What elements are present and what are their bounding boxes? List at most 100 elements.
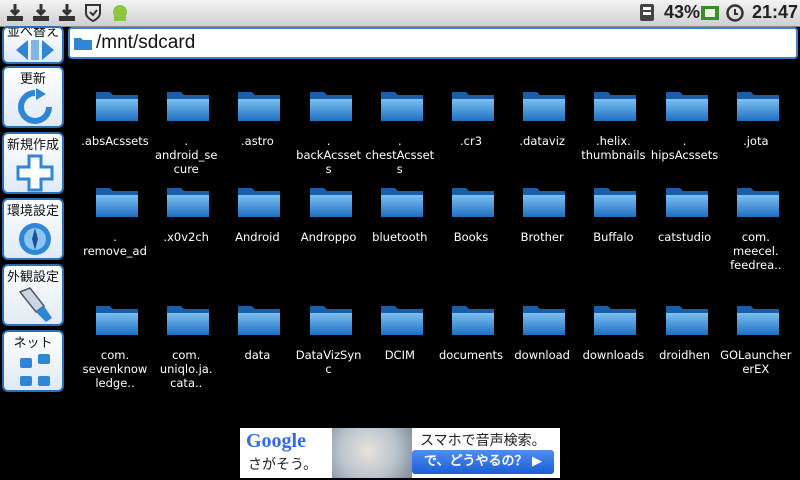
folder-name: .dataviz (519, 134, 565, 148)
folder-item[interactable]: Android (222, 156, 292, 266)
folder-item[interactable]: DataVizSyn c (294, 274, 364, 384)
download-icon (33, 4, 49, 21)
ad-banner[interactable]: Google さがそう。 スマホで音声検索。 で、どうやるの？ ▶ (240, 428, 560, 478)
network-label: ネット (13, 336, 53, 351)
folder-icon (237, 418, 281, 420)
folder-name: Brother (520, 230, 564, 244)
refresh-label: 更新 (19, 72, 46, 87)
folder-icon (523, 92, 566, 121)
folder-item[interactable] (507, 390, 577, 420)
signal-icon (640, 4, 654, 21)
folder-name: Buffalo (593, 230, 634, 244)
folder-item[interactable]: droidhen (650, 274, 720, 384)
folder-item[interactable]: Brother (507, 156, 577, 266)
sort-icon (16, 40, 54, 60)
folder-item[interactable]: download (507, 274, 577, 384)
folder-item[interactable]: .dataviz (507, 60, 577, 170)
folder-icon (452, 306, 494, 335)
folder-name: downloads (582, 348, 645, 362)
path-bar[interactable]: /mnt/sdcard (68, 27, 798, 59)
folder-item[interactable]: com. sevenknow ledge.. (80, 274, 150, 390)
folder-item[interactable]: GOLauncher erEX (720, 274, 792, 384)
folder-name: data (244, 348, 271, 362)
folder-item[interactable]: . chestAcsset s (365, 60, 435, 176)
refresh-button[interactable]: 更新 (2, 66, 64, 128)
folder-icon (665, 306, 708, 335)
folder-name: .astro (241, 134, 274, 148)
folder-name: Androppo (300, 230, 357, 244)
folder-item[interactable] (436, 390, 506, 420)
folder-item[interactable] (365, 390, 435, 420)
android-icon (113, 5, 127, 21)
alarm-icon (726, 4, 744, 22)
folder-item[interactable]: Books (436, 156, 506, 266)
folder-icon (380, 418, 424, 420)
folder-name: bluetooth (372, 230, 428, 244)
folder-item[interactable]: . hipsAcssets (650, 60, 720, 170)
appearance-label: 外観設定 (6, 270, 59, 285)
download-icon (7, 4, 23, 21)
network-button[interactable]: ネット (2, 330, 64, 392)
new-create-button[interactable]: 新規作成 (2, 132, 64, 194)
folder-item[interactable]: com. uniqlo.ja. cata.. (151, 274, 221, 390)
folder-icon (167, 306, 210, 335)
preferences-label: 環境設定 (6, 204, 59, 219)
network-icon (20, 354, 50, 386)
folder-item[interactable]: .cr3 (436, 60, 506, 170)
folder-item[interactable]: .helix. thumbnails (578, 60, 648, 170)
folder-item[interactable]: downloads (578, 274, 648, 384)
folder-item[interactable] (650, 390, 720, 420)
folder-name: .jota (743, 134, 769, 148)
folder-item[interactable]: catstudio (650, 156, 720, 266)
folder-item[interactable]: Buffalo (578, 156, 648, 266)
folder-item[interactable]: . remove_ad (80, 156, 150, 266)
folder-item[interactable] (80, 390, 150, 420)
folder-item[interactable] (222, 390, 292, 420)
folder-item[interactable]: .jota (721, 60, 791, 170)
folder-icon (238, 306, 281, 335)
folder-item[interactable]: Androppo (294, 156, 364, 266)
folder-icon (736, 188, 779, 217)
ad-button[interactable]: で、どうやるの？ ▶ (412, 450, 554, 474)
preferences-button[interactable]: 環境設定 (2, 198, 64, 260)
folder-item[interactable]: . android_se cure (151, 60, 221, 176)
folder-name: com. uniqlo.ja. cata.. (159, 348, 213, 390)
folder-icon (665, 188, 708, 217)
folder-name: catstudio (657, 230, 712, 244)
new-create-label: 新規作成 (6, 138, 59, 153)
folder-item[interactable] (294, 390, 364, 420)
folder-item[interactable] (578, 390, 648, 420)
folder-icon (96, 92, 138, 121)
clock: 21:47 (752, 2, 799, 22)
folder-icon (594, 306, 637, 335)
folder-item[interactable]: DCIM (365, 274, 435, 384)
folder-icon (167, 92, 210, 121)
folder-item[interactable]: documents (436, 274, 506, 384)
folder-icon (665, 418, 709, 420)
folder-item[interactable] (721, 390, 791, 420)
folder-item[interactable]: .x0v2ch (151, 156, 221, 266)
folder-item[interactable]: .astro (222, 60, 292, 170)
folder-name: com. meecel. feedrea.. (730, 230, 782, 272)
folder-item[interactable]: bluetooth (365, 156, 435, 266)
folder-icon (96, 188, 138, 217)
folder-item[interactable] (151, 390, 221, 420)
folder-icon (309, 306, 352, 335)
folder-icon (736, 92, 779, 121)
shield-icon (85, 4, 101, 22)
folder-item[interactable]: . backAcsset s (294, 60, 364, 176)
folder-icon (451, 418, 495, 420)
folder-icon (594, 188, 637, 217)
folder-icon (380, 306, 423, 335)
folder-name: com. sevenknow ledge.. (82, 348, 148, 390)
folder-item[interactable]: com. meecel. feedrea.. (721, 156, 791, 272)
ad-subtext: さがそう。 (248, 457, 318, 473)
appearance-button[interactable]: 外観設定 (2, 264, 64, 326)
sort-button[interactable]: 並べ替え (2, 26, 64, 64)
download-icon (59, 4, 75, 21)
ad-image (332, 428, 412, 478)
folder-icon (594, 92, 637, 121)
folder-item[interactable]: .absAcssets (80, 60, 150, 170)
folder-icon (593, 418, 637, 420)
folder-item[interactable]: data (222, 274, 292, 384)
